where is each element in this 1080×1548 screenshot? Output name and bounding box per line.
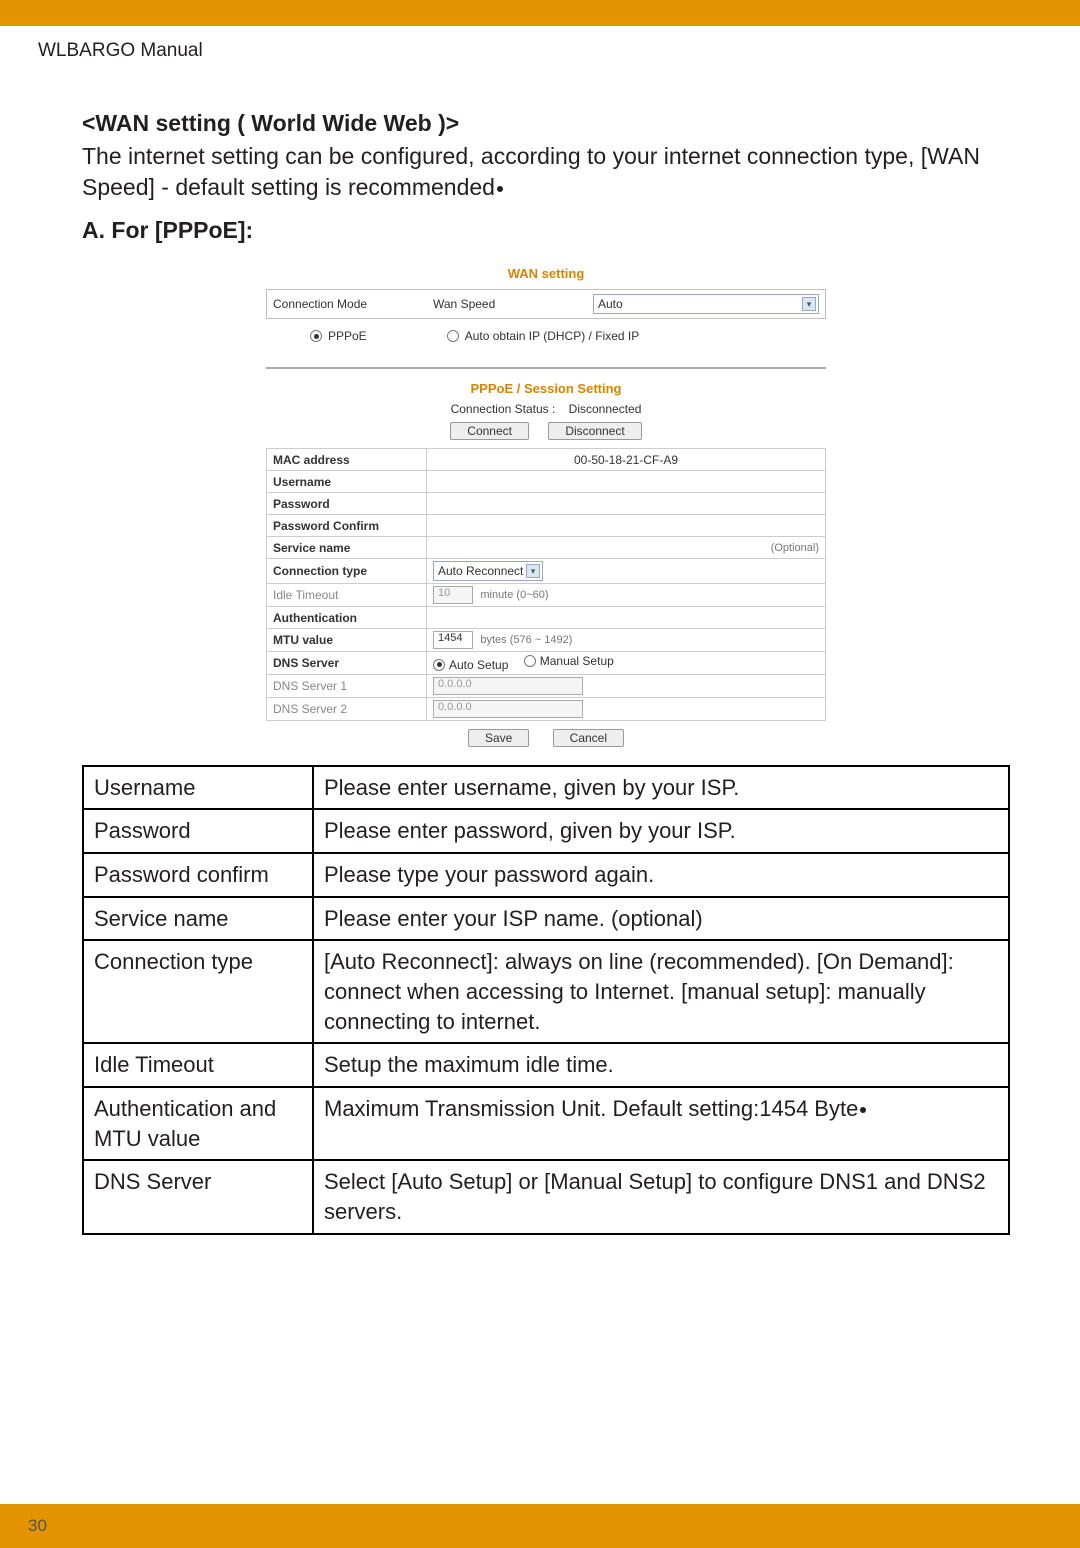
manual-title: WLBARGO Manual bbox=[38, 40, 1010, 62]
disconnect-button[interactable]: Disconnect bbox=[548, 422, 641, 440]
service-name-label: Service name bbox=[267, 537, 427, 559]
table-row: DNS ServerSelect [Auto Setup] or [Manual… bbox=[83, 1160, 1009, 1233]
period-dot bbox=[497, 186, 503, 192]
top-stripe bbox=[0, 0, 1080, 26]
page-footer: 30 bbox=[0, 1504, 1080, 1548]
connection-status: Connection Status : Disconnected bbox=[266, 402, 826, 416]
wan-speed-select[interactable]: Auto▾ bbox=[593, 294, 819, 314]
settings-form-table: MAC address00-50-18-21-CF-A9 Username Pa… bbox=[266, 448, 826, 721]
router-ui-figure: WAN setting Connection Mode Wan Speed Au… bbox=[266, 266, 826, 747]
description-table: UsernamePlease enter username, given by … bbox=[82, 765, 1010, 1235]
connection-type-select[interactable]: Auto Reconnect▾ bbox=[433, 561, 543, 581]
chevron-down-icon: ▾ bbox=[802, 297, 816, 311]
dns-server-label: DNS Server bbox=[267, 652, 427, 675]
idle-timeout-input[interactable]: 10 bbox=[433, 586, 473, 604]
wan-setting-title: WAN setting bbox=[266, 266, 826, 281]
dns2-input[interactable]: 0.0.0.0 bbox=[433, 700, 583, 718]
dns-auto-radio[interactable]: Auto Setup bbox=[433, 658, 508, 672]
section-intro: The internet setting can be configured, … bbox=[82, 141, 1010, 203]
dhcp-radio[interactable]: Auto obtain IP (DHCP) / Fixed IP bbox=[447, 329, 640, 343]
table-row: Idle TimeoutSetup the maximum idle time. bbox=[83, 1043, 1009, 1087]
mtu-input[interactable]: 1454 bbox=[433, 631, 473, 649]
conn-mode-label: Connection Mode bbox=[273, 297, 433, 311]
mac-label: MAC address bbox=[267, 449, 427, 471]
mtu-label: MTU value bbox=[267, 629, 427, 652]
radio-icon bbox=[310, 330, 322, 342]
table-row: Service namePlease enter your ISP name. … bbox=[83, 897, 1009, 941]
chevron-down-icon: ▾ bbox=[526, 564, 540, 578]
username-field[interactable] bbox=[427, 471, 826, 493]
subsection-a: A. For [PPPoE]: bbox=[82, 217, 1010, 244]
username-label: Username bbox=[267, 471, 427, 493]
password-label: Password bbox=[267, 493, 427, 515]
password-field[interactable] bbox=[427, 493, 826, 515]
authentication-field[interactable] bbox=[427, 607, 826, 629]
service-name-field[interactable]: (Optional) bbox=[427, 537, 826, 559]
authentication-label: Authentication bbox=[267, 607, 427, 629]
mtu-hint: bytes (576 ~ 1492) bbox=[480, 634, 572, 646]
mac-value: 00-50-18-21-CF-A9 bbox=[427, 449, 826, 471]
table-row: Connection type[Auto Reconnect]: always … bbox=[83, 940, 1009, 1043]
save-button[interactable]: Save bbox=[468, 729, 529, 747]
password-confirm-field[interactable] bbox=[427, 515, 826, 537]
radio-icon bbox=[447, 330, 459, 342]
table-row: Password confirmPlease type your passwor… bbox=[83, 853, 1009, 897]
radio-icon bbox=[433, 659, 445, 671]
connection-mode-row: Connection Mode Wan Speed Auto▾ bbox=[266, 289, 826, 319]
period-dot bbox=[860, 1107, 866, 1113]
wan-speed-label: Wan Speed bbox=[433, 297, 593, 311]
connection-type-label: Connection type bbox=[267, 559, 427, 584]
session-title: PPPoE / Session Setting bbox=[266, 381, 826, 396]
password-confirm-label: Password Confirm bbox=[267, 515, 427, 537]
dns2-label: DNS Server 2 bbox=[267, 697, 427, 720]
idle-hint: minute (0~60) bbox=[480, 589, 548, 601]
dns-manual-radio[interactable]: Manual Setup bbox=[524, 654, 614, 668]
radio-icon bbox=[524, 655, 536, 667]
connect-button[interactable]: Connect bbox=[450, 422, 529, 440]
table-row: UsernamePlease enter username, given by … bbox=[83, 766, 1009, 810]
dns1-label: DNS Server 1 bbox=[267, 674, 427, 697]
cancel-button[interactable]: Cancel bbox=[553, 729, 624, 747]
dns1-input[interactable]: 0.0.0.0 bbox=[433, 677, 583, 695]
table-row: PasswordPlease enter password, given by … bbox=[83, 809, 1009, 853]
page-number: 30 bbox=[28, 1516, 47, 1536]
section-title: <WAN setting ( World Wide Web )> bbox=[82, 110, 1010, 137]
table-row: Authentication and MTU valueMaximum Tran… bbox=[83, 1087, 1009, 1160]
pppoe-radio[interactable]: PPPoE bbox=[310, 329, 367, 343]
idle-timeout-label: Idle Timeout bbox=[267, 584, 427, 607]
